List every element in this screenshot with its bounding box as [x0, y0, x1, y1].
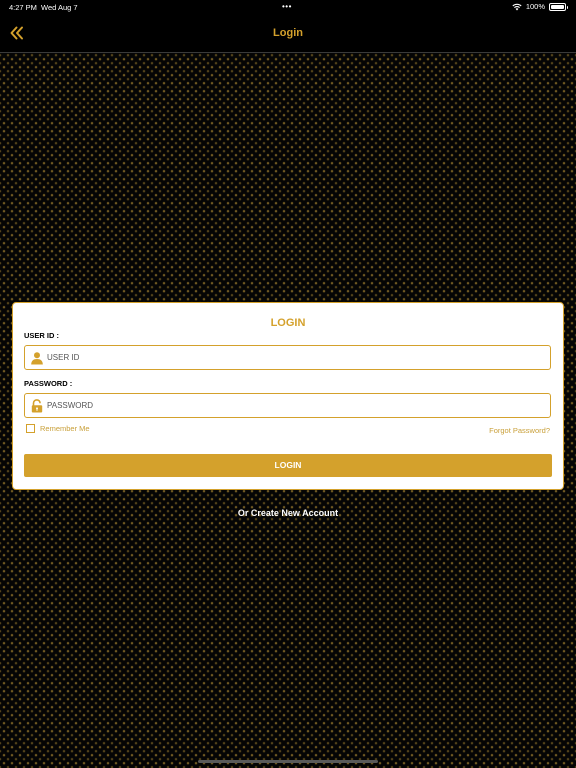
battery-percent: 100% [525, 2, 545, 11]
remember-me-checkbox[interactable] [26, 424, 35, 433]
status-time: 4:27 PM [9, 3, 37, 12]
wifi-icon [512, 3, 522, 10]
login-card: LOGIN USER ID : PASSWORD : Remember Me F… [12, 302, 564, 490]
battery-icon [549, 2, 568, 11]
page-title: Login [273, 27, 303, 39]
home-indicator[interactable] [198, 760, 378, 763]
login-screen: 4:27 PM Wed Aug 7 ••• 100% Login LOGIN U… [0, 0, 576, 768]
password-field-box [24, 393, 551, 418]
create-account-link[interactable]: Or Create New Account [0, 508, 576, 518]
user-id-label: USER ID : [24, 331, 60, 340]
user-id-input[interactable] [47, 346, 542, 369]
navigation-bar: Login [0, 14, 576, 53]
multitasking-dots[interactable]: ••• [282, 2, 292, 11]
lock-icon [31, 399, 43, 413]
remember-me-label: Remember Me [40, 424, 90, 433]
status-bar: 4:27 PM Wed Aug 7 ••• 100% [0, 0, 576, 14]
login-form-title: LOGIN [270, 317, 306, 329]
login-button[interactable]: LOGIN [24, 454, 552, 477]
user-id-field-box [24, 345, 551, 370]
remember-me-toggle[interactable]: Remember Me [26, 424, 90, 433]
forgot-password-link[interactable]: Forgot Password? [489, 426, 550, 435]
user-icon [31, 352, 43, 365]
status-indicators: 100% [512, 2, 568, 11]
password-label: PASSWORD : [24, 379, 73, 388]
password-input[interactable] [47, 394, 542, 417]
status-date: Wed Aug 7 [41, 3, 78, 12]
